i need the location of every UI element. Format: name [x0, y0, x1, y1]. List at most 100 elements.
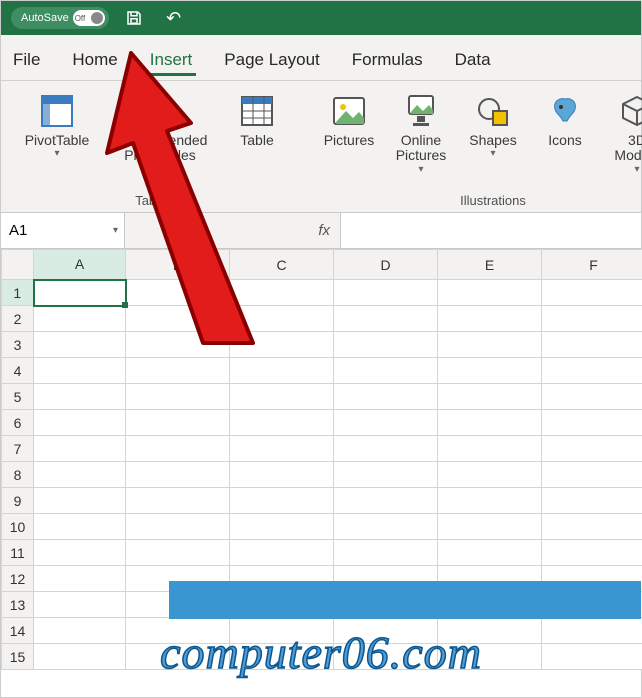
cell[interactable] — [230, 436, 334, 462]
cell[interactable] — [34, 358, 126, 384]
cell[interactable] — [334, 644, 438, 670]
cell[interactable] — [34, 644, 126, 670]
cell[interactable] — [126, 644, 230, 670]
select-all-corner[interactable] — [2, 250, 34, 280]
cell[interactable] — [334, 514, 438, 540]
cell[interactable] — [126, 488, 230, 514]
icons-button[interactable]: Icons — [531, 87, 599, 191]
row-header[interactable]: 2 — [2, 306, 34, 332]
row-header[interactable]: 8 — [2, 462, 34, 488]
cell[interactable] — [126, 514, 230, 540]
cell[interactable] — [438, 280, 542, 306]
cell[interactable] — [334, 280, 438, 306]
autosave-toggle-icon[interactable]: Off — [73, 10, 105, 26]
cell[interactable] — [334, 462, 438, 488]
cell[interactable] — [438, 592, 542, 618]
col-header-A[interactable]: A — [34, 250, 126, 280]
online-pictures-button[interactable]: OnlinePictures ▾ — [387, 87, 455, 191]
cell[interactable] — [438, 332, 542, 358]
cell[interactable] — [542, 384, 642, 410]
cell[interactable] — [334, 488, 438, 514]
cell[interactable] — [126, 436, 230, 462]
cell[interactable] — [334, 436, 438, 462]
cell[interactable] — [34, 540, 126, 566]
cell[interactable] — [438, 540, 542, 566]
cell[interactable] — [438, 566, 542, 592]
cell[interactable] — [542, 462, 642, 488]
cell[interactable] — [230, 592, 334, 618]
row-header[interactable]: 3 — [2, 332, 34, 358]
cell[interactable] — [438, 488, 542, 514]
cell[interactable] — [334, 410, 438, 436]
cell[interactable] — [230, 514, 334, 540]
cell[interactable] — [34, 462, 126, 488]
cell[interactable] — [438, 462, 542, 488]
cell[interactable] — [34, 618, 126, 644]
row-header[interactable]: 10 — [2, 514, 34, 540]
cell[interactable] — [334, 384, 438, 410]
cell[interactable] — [126, 462, 230, 488]
save-button[interactable] — [119, 5, 149, 31]
row-header[interactable]: 9 — [2, 488, 34, 514]
cell[interactable] — [34, 566, 126, 592]
undo-button[interactable]: ↶ — [159, 5, 189, 31]
cell[interactable] — [230, 566, 334, 592]
row-header[interactable]: 11 — [2, 540, 34, 566]
table-button[interactable]: Table — [223, 87, 291, 191]
cell[interactable] — [438, 306, 542, 332]
cell[interactable] — [542, 436, 642, 462]
cell[interactable] — [542, 280, 642, 306]
cell[interactable] — [542, 306, 642, 332]
cell[interactable] — [438, 514, 542, 540]
recommended-pivottables-button[interactable]: RecommendedPivotTables — [101, 87, 219, 191]
cell[interactable] — [334, 540, 438, 566]
cell[interactable] — [126, 592, 230, 618]
cell[interactable] — [126, 384, 230, 410]
cell[interactable] — [438, 618, 542, 644]
cell[interactable] — [542, 566, 642, 592]
cell[interactable] — [230, 332, 334, 358]
cell[interactable] — [126, 332, 230, 358]
cell[interactable] — [34, 410, 126, 436]
cell[interactable] — [230, 540, 334, 566]
cell[interactable] — [438, 410, 542, 436]
tab-insert[interactable]: Insert — [146, 42, 197, 80]
cell[interactable] — [34, 436, 126, 462]
cell[interactable] — [438, 644, 542, 670]
cell[interactable] — [34, 306, 126, 332]
cell[interactable] — [334, 566, 438, 592]
row-header[interactable]: 12 — [2, 566, 34, 592]
cell[interactable] — [126, 306, 230, 332]
cell[interactable] — [542, 644, 642, 670]
tab-page-layout[interactable]: Page Layout — [220, 42, 323, 80]
cell[interactable] — [34, 488, 126, 514]
row-header[interactable]: 1 — [2, 280, 34, 306]
cell[interactable] — [126, 280, 230, 306]
row-header[interactable]: 15 — [2, 644, 34, 670]
cell[interactable] — [334, 306, 438, 332]
cell[interactable] — [542, 358, 642, 384]
formula-input[interactable] — [341, 213, 641, 248]
cell[interactable] — [438, 436, 542, 462]
cell[interactable] — [230, 306, 334, 332]
row-header[interactable]: 14 — [2, 618, 34, 644]
cell[interactable] — [126, 410, 230, 436]
cell[interactable] — [334, 358, 438, 384]
fx-label[interactable]: fx — [125, 213, 341, 248]
row-header[interactable]: 13 — [2, 592, 34, 618]
cell[interactable] — [230, 618, 334, 644]
cell[interactable] — [34, 592, 126, 618]
cell[interactable] — [230, 410, 334, 436]
col-header-C[interactable]: C — [230, 250, 334, 280]
cell[interactable] — [438, 384, 542, 410]
cell-A1[interactable] — [34, 280, 126, 306]
cell[interactable] — [542, 514, 642, 540]
cell[interactable] — [34, 332, 126, 358]
col-header-D[interactable]: D — [334, 250, 438, 280]
tab-home[interactable]: Home — [68, 42, 121, 80]
row-header[interactable]: 4 — [2, 358, 34, 384]
col-header-E[interactable]: E — [438, 250, 542, 280]
cell[interactable] — [438, 358, 542, 384]
cell[interactable] — [230, 280, 334, 306]
pictures-button[interactable]: Pictures — [315, 87, 383, 191]
